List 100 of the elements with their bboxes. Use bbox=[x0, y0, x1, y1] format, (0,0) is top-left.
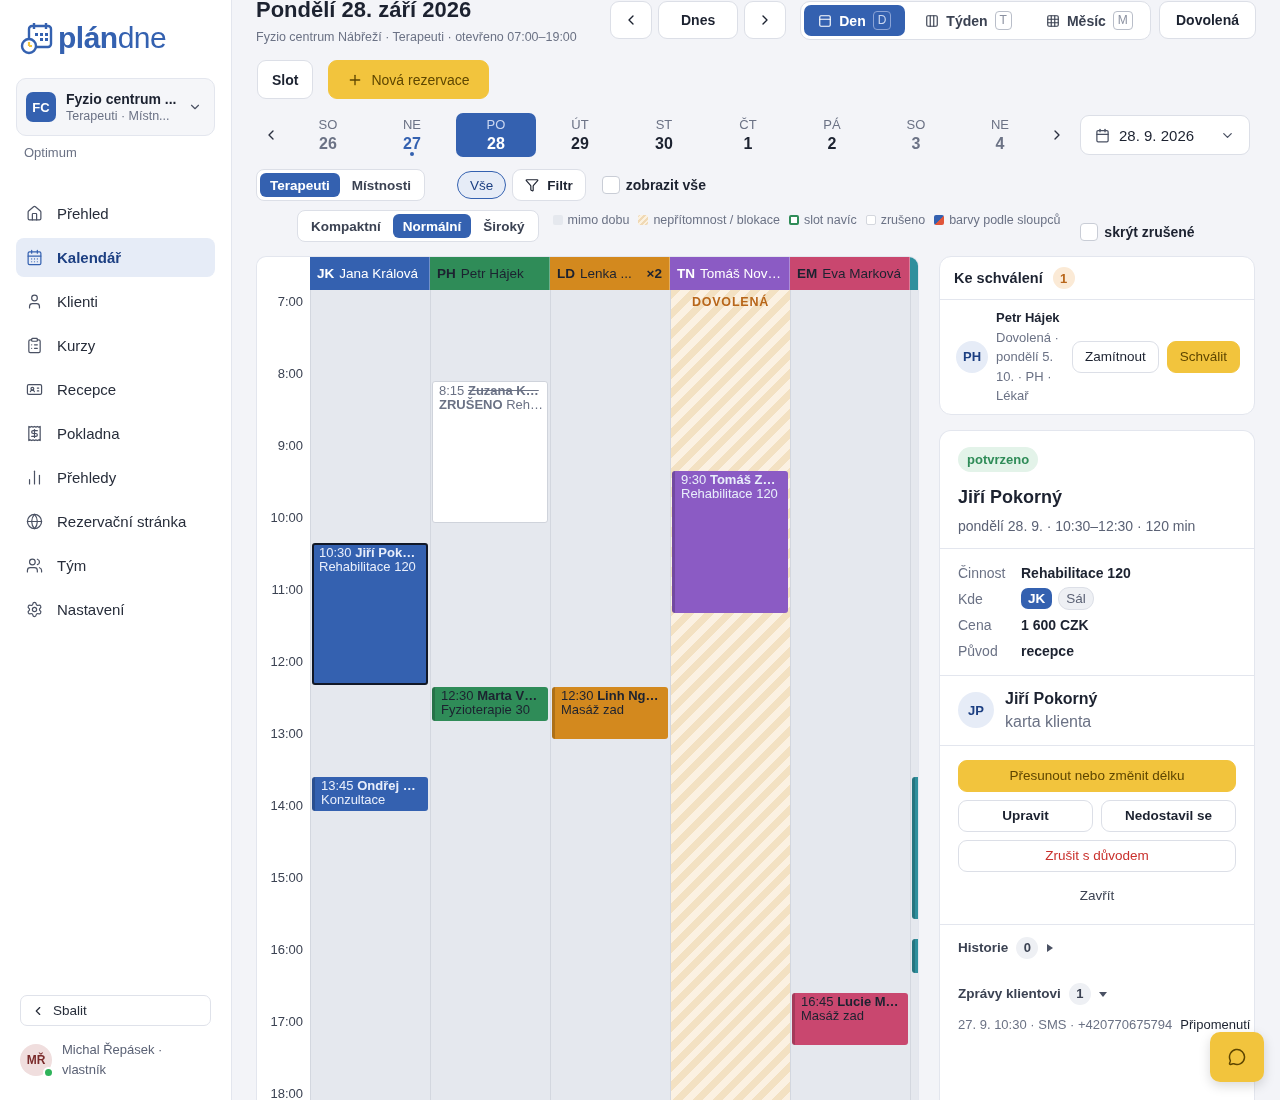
user-avatar[interactable]: MŘ bbox=[20, 1044, 52, 1076]
id-card-icon bbox=[26, 381, 43, 398]
day-tab[interactable]: ÚT 29 bbox=[540, 113, 620, 157]
nav-item[interactable]: Kurzy bbox=[16, 326, 215, 365]
client-name[interactable]: Jiří Pokorný bbox=[1005, 689, 1098, 708]
nav-item[interactable]: Přehledy bbox=[16, 458, 215, 497]
mode-tab[interactable]: Místnosti bbox=[341, 173, 421, 197]
messages-toggle[interactable]: Zprávy klientovi bbox=[958, 986, 1061, 1001]
calendar-column[interactable]: 8:15 Zuzana K… ZRUŠENO Reh… 12:30 Marta V… Fyzioterapie 30 bbox=[430, 290, 550, 1100]
day-tab[interactable]: ST 30 bbox=[624, 113, 704, 157]
column-header[interactable]: LD Lenka ... ×2 bbox=[550, 257, 670, 290]
calendar-column[interactable]: 10:30 Jiří Pok… Rehabilitace 120 13:45 Ondřej … Konzultace bbox=[310, 290, 430, 1100]
legend-item: slot navíc bbox=[788, 213, 857, 227]
chat-icon bbox=[1228, 1048, 1246, 1066]
column-header[interactable]: EM Eva Marková bbox=[790, 257, 910, 290]
caret-icon[interactable] bbox=[1046, 943, 1055, 952]
view-tab[interactable]: Den D bbox=[804, 5, 906, 36]
filter-button[interactable]: Filtr bbox=[512, 169, 586, 201]
edit-button[interactable]: Upravit bbox=[958, 799, 1093, 832]
time-label: 15:00 bbox=[269, 869, 304, 887]
day-tab[interactable]: PO 28 bbox=[456, 113, 536, 157]
nav-item[interactable]: Klienti bbox=[16, 282, 215, 321]
filter-icon bbox=[525, 178, 540, 192]
cancel-button[interactable]: Zrušit s důvodem bbox=[958, 839, 1236, 872]
checkbox[interactable] bbox=[1080, 223, 1099, 241]
day-tab[interactable]: SO 3 bbox=[876, 113, 956, 157]
collapse-button[interactable]: Sbalit bbox=[20, 995, 211, 1026]
approve-button[interactable]: Schválit bbox=[1166, 340, 1240, 373]
day-tab[interactable]: NE 4 bbox=[960, 113, 1040, 157]
next-button[interactable] bbox=[744, 1, 787, 39]
layout-icon bbox=[1045, 13, 1060, 28]
calendar-icon bbox=[1095, 127, 1110, 143]
slot-button[interactable]: Slot bbox=[257, 60, 314, 99]
appointment[interactable]: 12:30 Linh Ng… Masáž zad bbox=[552, 687, 668, 739]
column-header[interactable]: TN Tomáš Nov… bbox=[670, 257, 790, 290]
shortcut-key: T bbox=[994, 11, 1012, 30]
calendar-column[interactable]: 12:30 Linh Ng… Masáž zad bbox=[550, 290, 670, 1100]
day-tab[interactable]: ČT 1 bbox=[708, 113, 788, 157]
time-label: 12:00 bbox=[269, 653, 304, 671]
time-label: 17:00 bbox=[269, 1013, 304, 1031]
view-tab[interactable]: Měsíc M bbox=[1031, 5, 1147, 36]
close-button[interactable]: Zavřít bbox=[958, 879, 1236, 912]
cancelled-appointment[interactable]: 8:15 Zuzana K… ZRUŠENO Reh… bbox=[432, 381, 548, 523]
message-meta: 27. 9. 10:30 · SMS · +420770675794 bbox=[958, 1016, 1173, 1032]
time-label: 7:00 bbox=[276, 293, 304, 311]
date-picker[interactable]: 28. 9. 2026 bbox=[1080, 115, 1250, 155]
nav-item[interactable]: Rezervační stránka bbox=[16, 502, 215, 541]
today-button[interactable]: Dnes bbox=[658, 1, 739, 39]
client-avatar: JP bbox=[958, 692, 994, 728]
nav-item[interactable]: Kalendář bbox=[16, 238, 215, 277]
reject-button[interactable]: Zamítnout bbox=[1071, 340, 1159, 373]
checkbox-label: zobrazit vše bbox=[625, 177, 706, 193]
appointment[interactable]: 16:45 Lucie M… Masáž zad bbox=[792, 993, 908, 1045]
history-toggle[interactable]: Historie bbox=[958, 940, 1009, 955]
vacation-button[interactable]: Dovolená bbox=[1159, 1, 1256, 39]
nav-item[interactable]: Pokladna bbox=[16, 414, 215, 453]
column-header[interactable]: PH Petr Hájek bbox=[430, 257, 550, 290]
density-tab[interactable]: Kompaktní bbox=[301, 214, 391, 238]
move-button[interactable]: Přesunout nebo změnit délku bbox=[958, 759, 1236, 792]
appointment[interactable]: 9:30 Tomáš Z… Rehabilitace 120 bbox=[672, 471, 788, 613]
field-value: Rehabilitace 120 bbox=[1021, 564, 1131, 581]
appointment[interactable]: 12:30 Marta V… Fyzioterapie 30 bbox=[432, 687, 548, 721]
appointment[interactable]: 10:30 Jiří Pok… Rehabilitace 120 bbox=[312, 543, 428, 685]
day-tab[interactable]: SO 26 bbox=[288, 113, 368, 157]
client-card-link[interactable]: karta klienta bbox=[1005, 712, 1098, 731]
all-filter-chip[interactable]: Vše bbox=[457, 171, 507, 199]
time-label: 13:00 bbox=[269, 725, 304, 743]
nav-item[interactable]: Tým bbox=[16, 546, 215, 585]
time-label: 14:00 bbox=[269, 797, 304, 815]
day-tab[interactable]: PÁ 2 bbox=[792, 113, 872, 157]
calendar-column[interactable]: 16:45 Lucie M… Masáž zad bbox=[790, 290, 910, 1100]
calendar-icon bbox=[26, 249, 43, 266]
no-show-button[interactable]: Nedostavil se bbox=[1101, 799, 1236, 832]
checkbox[interactable] bbox=[601, 176, 620, 194]
appointment[interactable]: 13:45 Ondřej … Konzultace bbox=[312, 777, 428, 811]
bar-chart-icon bbox=[26, 469, 43, 486]
day-tab[interactable]: NE 27 bbox=[372, 113, 452, 157]
time-label: 16:00 bbox=[269, 941, 304, 959]
new-booking-button[interactable]: Nová rezervace bbox=[328, 60, 489, 99]
org-switcher[interactable]: FC Fyzio centrum ... Terapeuti · Místn... bbox=[16, 78, 215, 136]
requester-name: Petr Hájek bbox=[996, 309, 1061, 327]
column-header[interactable]: JK Jana Králová bbox=[310, 257, 430, 290]
count-badge: 1 bbox=[1052, 267, 1075, 289]
receipt-icon bbox=[26, 425, 43, 442]
layout-icon bbox=[925, 13, 940, 28]
page-subtitle: Fyzio centrum Nábřeží · Terapeuti · otevřeno 07:00–19:00 bbox=[256, 30, 578, 44]
client-title: Jiří Pokorný bbox=[958, 486, 1064, 508]
density-tab[interactable]: Normální bbox=[392, 214, 472, 238]
previous-button[interactable] bbox=[610, 1, 652, 39]
calendar-column[interactable]: DOVOLENÁ 9:30 Tomáš Z… Rehabilitace 120 bbox=[670, 290, 790, 1100]
nav-item[interactable]: Nastavení bbox=[16, 590, 215, 629]
chat-button[interactable] bbox=[1210, 1032, 1264, 1082]
legend-item: barvy podle sloupců bbox=[934, 213, 1061, 227]
density-tab[interactable]: Široký bbox=[473, 214, 535, 238]
org-avatar: FC bbox=[26, 92, 56, 122]
caret-icon[interactable] bbox=[1098, 989, 1107, 998]
view-tab[interactable]: Týden T bbox=[911, 5, 1026, 36]
nav-item[interactable]: Recepce bbox=[16, 370, 215, 409]
mode-tab[interactable]: Terapeuti bbox=[260, 173, 340, 197]
nav-item[interactable]: Přehled bbox=[16, 194, 215, 233]
